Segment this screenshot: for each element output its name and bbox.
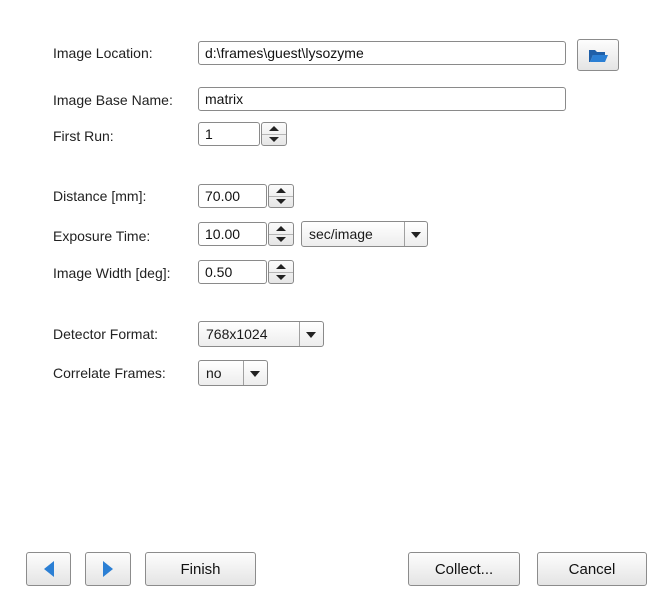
first-run-stepper[interactable] (261, 122, 287, 146)
image-location-label: Image Location: (53, 45, 153, 61)
distance-input[interactable]: 70.00 (198, 184, 267, 208)
first-run-label: First Run: (53, 128, 114, 144)
exposure-unit-value: sec/image (309, 226, 373, 242)
folder-open-icon (589, 50, 608, 62)
distance-stepper[interactable] (268, 184, 294, 208)
exposure-time-label: Exposure Time: (53, 228, 151, 244)
decrement-icon[interactable] (262, 134, 286, 145)
exposure-unit-select[interactable]: sec/image (301, 221, 428, 247)
image-width-input[interactable]: 0.50 (198, 260, 267, 284)
correlate-frames-select[interactable]: no (198, 360, 268, 386)
browse-folder-button[interactable] (577, 39, 619, 71)
chevron-down-icon (250, 371, 260, 377)
decrement-icon[interactable] (269, 234, 293, 245)
chevron-down-icon (306, 332, 316, 338)
exposure-time-stepper[interactable] (268, 222, 294, 246)
forward-button[interactable] (85, 552, 131, 586)
exposure-time-input[interactable]: 10.00 (198, 222, 267, 246)
chevron-down-icon (411, 232, 421, 238)
correlate-frames-label: Correlate Frames: (53, 365, 166, 381)
image-width-stepper[interactable] (268, 260, 294, 284)
detector-format-value: 768x1024 (206, 326, 268, 342)
cancel-button[interactable]: Cancel (537, 552, 647, 586)
first-run-input[interactable]: 1 (198, 122, 260, 146)
detector-format-label: Detector Format: (53, 326, 159, 342)
distance-label: Distance [mm]: (53, 188, 147, 204)
detector-format-select[interactable]: 768x1024 (198, 321, 324, 347)
back-button[interactable] (26, 552, 71, 586)
decrement-icon[interactable] (269, 196, 293, 207)
image-base-name-input[interactable]: matrix (198, 87, 566, 111)
arrow-right-icon (103, 561, 113, 577)
decrement-icon[interactable] (269, 272, 293, 283)
finish-button[interactable]: Finish (145, 552, 256, 586)
image-location-input[interactable]: d:\frames\guest\lysozyme (198, 41, 566, 65)
collect-button[interactable]: Collect... (408, 552, 520, 586)
arrow-left-icon (43, 561, 54, 577)
correlate-frames-value: no (206, 365, 222, 381)
image-base-name-label: Image Base Name: (53, 92, 173, 108)
image-width-label: Image Width [deg]: (53, 265, 171, 281)
